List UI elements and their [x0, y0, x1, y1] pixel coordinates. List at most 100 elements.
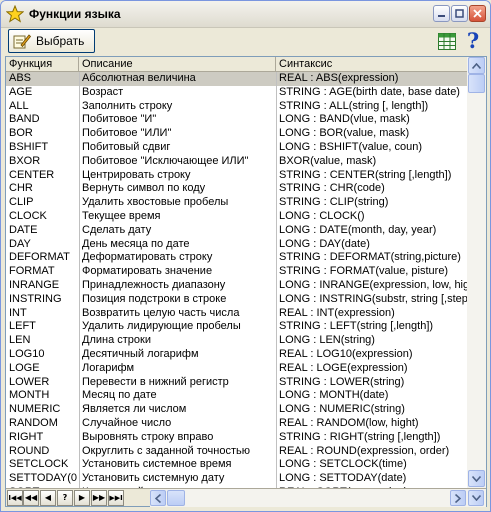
prev-record-button[interactable]: ◀ [40, 490, 56, 506]
column-divider [276, 223, 277, 238]
cell-function: BOR [9, 127, 33, 140]
pencil-note-icon [13, 34, 31, 49]
column-divider [276, 265, 277, 279]
column-divider [276, 417, 277, 431]
cell-function: LEFT [9, 320, 36, 333]
table-row[interactable]: LEFT Удалить лидирующие пробелы STRING : L… [6, 320, 467, 335]
prev-page-button[interactable]: ◀◀ [23, 490, 39, 506]
table-row[interactable]: BSHIFT Побитовый сдвиг LONG : BSHIFT(value… [6, 141, 467, 155]
table-row[interactable]: INT Возвратить целую часть числа REAL : IN… [6, 306, 467, 321]
table-row[interactable]: BXOR Побитовое "Исключающее ИЛИ" BXOR(valu… [6, 154, 467, 169]
choose-button-label: Выбрать [36, 34, 85, 48]
cell-syntax: STRING : CLIP(string) [279, 196, 389, 209]
table-row[interactable]: BOR Побитовое "ИЛИ" LONG : BOR(value, mask… [6, 127, 467, 141]
scroll-down-button[interactable] [468, 470, 485, 487]
table-row[interactable]: NUMERIC Является ли числом LONG : NUMERIC(… [6, 403, 467, 417]
column-divider [79, 320, 80, 335]
horizontal-scroll-thumb[interactable] [167, 490, 185, 506]
cell-function: BXOR [9, 154, 41, 167]
table-row[interactable]: SETTODAY(0 Установить системную дату LONG … [6, 472, 467, 486]
column-divider [276, 113, 277, 128]
scroll-right-button[interactable] [450, 490, 466, 506]
column-divider [276, 168, 277, 183]
dropdown-button[interactable] [468, 490, 484, 506]
table-row[interactable]: LOG10 Десятичный логарифм REAL : LOG10(exp… [6, 348, 467, 362]
column-divider [79, 223, 80, 238]
table-row[interactable]: CHR Вернуть символ по коду STRING : CHR(co… [6, 182, 467, 197]
cell-function: DEFORMAT [9, 251, 70, 264]
cell-syntax: REAL : LOG10(expression) [279, 348, 413, 360]
column-divider [276, 334, 277, 348]
table-row[interactable]: INSTRING Позиция подстроки в строке LONG :… [6, 292, 467, 307]
table-row[interactable]: LOWER Перевести в нижний регистр STRING : … [6, 375, 467, 390]
table-row[interactable]: BAND Побитовое "И" LONG : BAND(vlue, mask) [6, 113, 467, 128]
scroll-left-button[interactable] [150, 490, 166, 506]
table-row[interactable]: RIGHT Выровнять строку вправо STRING : RIG… [6, 430, 467, 445]
table-row[interactable]: MONTH Месяц по дате LONG : MONTH(date) [6, 389, 467, 404]
scroll-up-button[interactable] [468, 57, 485, 74]
table-row[interactable]: ROUND Округлить с заданной точностью REAL … [6, 444, 467, 459]
column-divider [79, 389, 80, 404]
table-row[interactable]: CLOCK Текущее время LONG : CLOCK() [6, 210, 467, 224]
column-divider [276, 251, 277, 266]
column-divider [276, 458, 277, 473]
table-row[interactable]: ABS Абсолютная величина REAL : ABS(express… [6, 72, 467, 86]
cell-description: Удалить хвостовые пробелы [82, 196, 229, 209]
table-grid-icon[interactable] [438, 33, 456, 50]
first-record-button[interactable]: I◀◀ [7, 490, 23, 506]
maximize-button[interactable] [451, 5, 468, 22]
table-row[interactable]: AGE Возраст STRING : AGE(birth date, base … [6, 85, 467, 100]
column-header-syntax[interactable]: Синтаксис [276, 57, 467, 72]
cell-description: Текущее время [82, 210, 161, 222]
column-header-function[interactable]: Функция [6, 57, 79, 72]
column-divider [276, 361, 277, 376]
cell-description: Месяц по дате [82, 389, 157, 402]
table-row[interactable]: LEN Длина строки LONG : LEN(string) [6, 334, 467, 348]
table-row[interactable]: LOGE Логарифм REAL : LOGE(expression) [6, 361, 467, 376]
table-row[interactable]: DEFORMAT Деформатировать строку STRING : D… [6, 251, 467, 266]
help-icon[interactable]: ? [462, 29, 484, 53]
table-row[interactable]: CLIP Удалить хвостовые пробелы STRING : CL… [6, 196, 467, 210]
cell-description: Центрировать строку [82, 168, 191, 181]
arrow-left-icon [155, 493, 161, 503]
table-row[interactable]: SETCLOCK Установить системное время LONG :… [6, 458, 467, 473]
cell-function: INRANGE [9, 279, 60, 291]
cell-syntax: STRING : DEFORMAT(string,picture) [279, 251, 461, 264]
cell-description: Длина строки [82, 334, 151, 347]
table-row[interactable]: CENTER Центрировать строку STRING : CENTER… [6, 168, 467, 183]
next-page-button[interactable]: ▶▶ [91, 490, 107, 506]
cell-syntax: LONG : SETCLOCK(time) [279, 458, 407, 471]
column-header-description[interactable]: Описание [79, 57, 276, 72]
table-row[interactable]: RANDOM Случайное число REAL : RANDOM(low, … [6, 417, 467, 431]
next-record-button[interactable]: ▶ [74, 490, 90, 506]
minimize-button[interactable] [433, 5, 450, 22]
cell-function: LOG10 [9, 348, 45, 360]
column-divider [276, 196, 277, 210]
functions-table: Функция Описание Синтаксис ABS Абсолютная… [5, 56, 487, 507]
cell-syntax: REAL : RANDOM(low, hight) [279, 417, 419, 429]
table-row[interactable]: ALL Заполнить строку STRING : ALL(string [… [6, 99, 467, 114]
column-divider [276, 375, 277, 390]
arrow-right-icon [455, 493, 461, 503]
choose-button[interactable]: Выбрать [8, 29, 95, 53]
locate-button[interactable]: ? [57, 490, 73, 506]
cell-syntax: BXOR(value, mask) [279, 154, 377, 167]
vertical-scrollbar[interactable] [467, 57, 486, 488]
cell-function: CENTER [9, 168, 55, 181]
cell-function: SETTODAY(0 [9, 472, 78, 485]
scroll-thumb[interactable] [468, 74, 485, 93]
table-row[interactable]: DATE Сделать дату LONG : DATE(month, day, … [6, 223, 467, 238]
horizontal-scrollbar[interactable] [150, 489, 486, 507]
close-button[interactable] [469, 5, 486, 22]
functions-window: Функции языка Выбрать ? Функция Описание… [0, 0, 491, 512]
table-row[interactable]: INRANGE Принадлежность диапазону LONG : IN… [6, 279, 467, 293]
title-bar[interactable]: Функции языка [1, 1, 490, 28]
table-row[interactable]: DAY День месяца по дате LONG : DAY(date) [6, 237, 467, 252]
cell-description: Заполнить строку [82, 99, 173, 112]
table-row[interactable]: FORMAT Форматировать значение STRING : FOR… [6, 265, 467, 279]
cell-function: LOWER [9, 375, 50, 388]
cell-description: Деформатировать строку [82, 251, 213, 264]
last-record-button[interactable]: ▶▶I [108, 490, 124, 506]
column-divider [79, 417, 80, 431]
cell-description: Форматировать значение [82, 265, 213, 278]
